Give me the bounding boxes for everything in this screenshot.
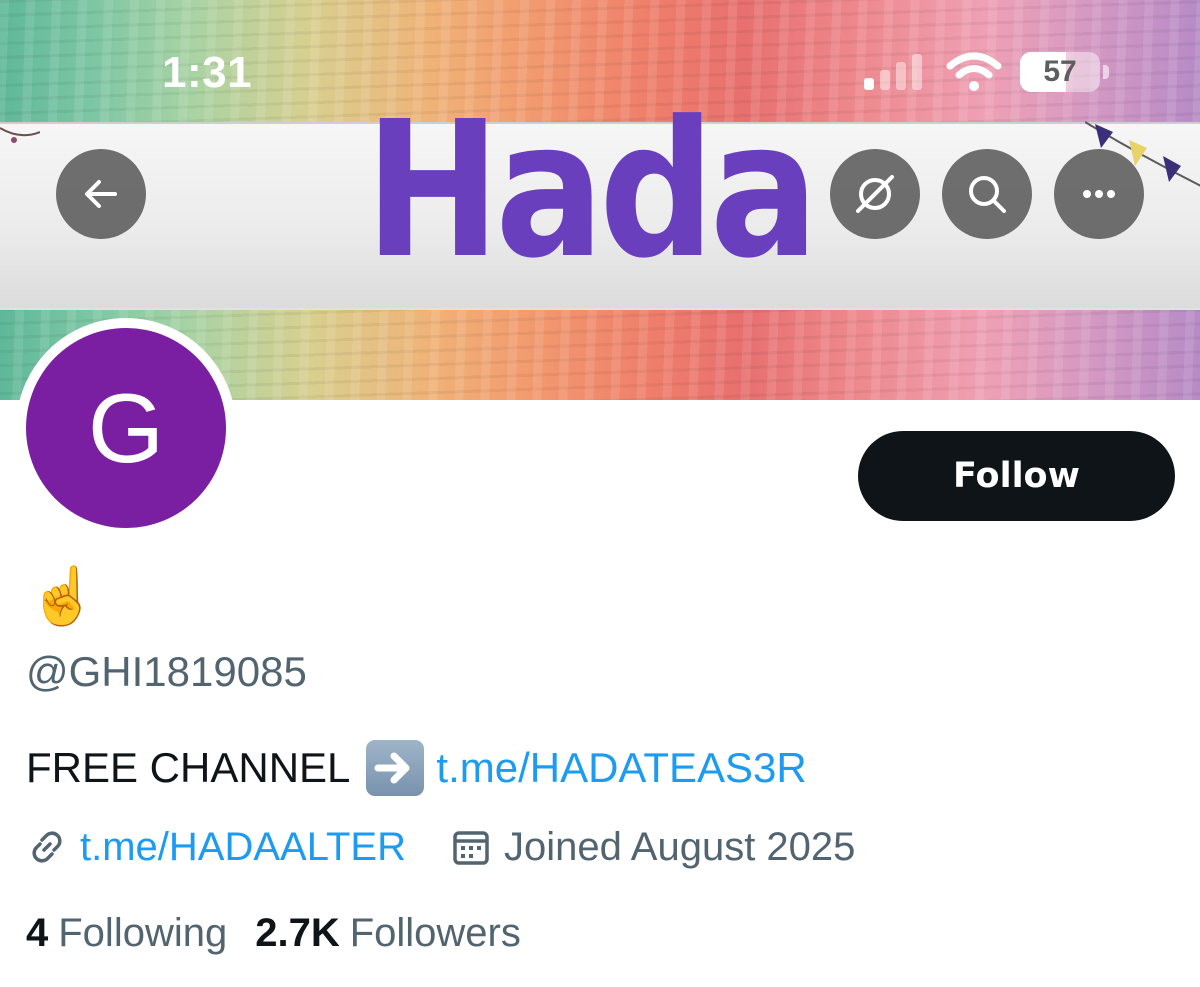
following-stat[interactable]: 4 Following xyxy=(26,911,227,956)
joined-date: Joined August 2025 xyxy=(504,824,856,869)
following-label: Following xyxy=(58,910,228,955)
wifi-icon xyxy=(946,52,1002,91)
follow-stats: 4 Following 2.7K Followers xyxy=(26,906,521,960)
user-handle: @GHI1819085 xyxy=(26,648,307,695)
bio-text: FREE CHANNEL xyxy=(26,744,351,791)
followers-label: Followers xyxy=(349,910,521,955)
search-button[interactable] xyxy=(942,149,1032,239)
profile-meta: t.me/HADAALTER Joined August 2025 xyxy=(26,820,855,874)
grok-button[interactable] xyxy=(830,149,920,239)
link-icon xyxy=(32,831,62,863)
cellular-signal-icon xyxy=(864,54,922,90)
calendar-icon xyxy=(453,831,489,865)
bunting-left-decoration xyxy=(0,127,40,143)
back-button[interactable] xyxy=(56,149,146,239)
joined-item: Joined August 2025 xyxy=(450,825,855,870)
more-button[interactable] xyxy=(1054,149,1144,239)
followers-count: 2.7K xyxy=(255,910,340,955)
display-name: ☝️ xyxy=(28,564,98,629)
search-icon xyxy=(969,176,1006,213)
slashed-circle-icon xyxy=(856,175,894,213)
arrow-left-icon xyxy=(85,180,117,208)
website-item[interactable]: t.me/HADAALTER xyxy=(26,825,406,870)
right-arrow-emoji-icon xyxy=(366,740,425,796)
battery-percent: 57 xyxy=(1043,55,1077,88)
avatar-letter: G xyxy=(87,372,165,483)
followers-stat[interactable]: 2.7K Followers xyxy=(255,911,521,956)
bio-link[interactable]: t.me/HADATEAS3R xyxy=(436,744,806,792)
battery-indicator: 57 xyxy=(1020,52,1110,92)
more-dots-icon xyxy=(1083,190,1115,198)
banner-logo-text: Hada xyxy=(365,81,819,300)
bio: FREE CHANNEL t.me/HADATEAS3R xyxy=(26,740,807,796)
follow-button[interactable]: Follow xyxy=(858,431,1175,521)
status-time: 1:31 xyxy=(162,48,253,97)
avatar[interactable]: G xyxy=(26,328,226,528)
website-link[interactable]: t.me/HADAALTER xyxy=(80,825,406,870)
following-count: 4 xyxy=(26,910,49,955)
